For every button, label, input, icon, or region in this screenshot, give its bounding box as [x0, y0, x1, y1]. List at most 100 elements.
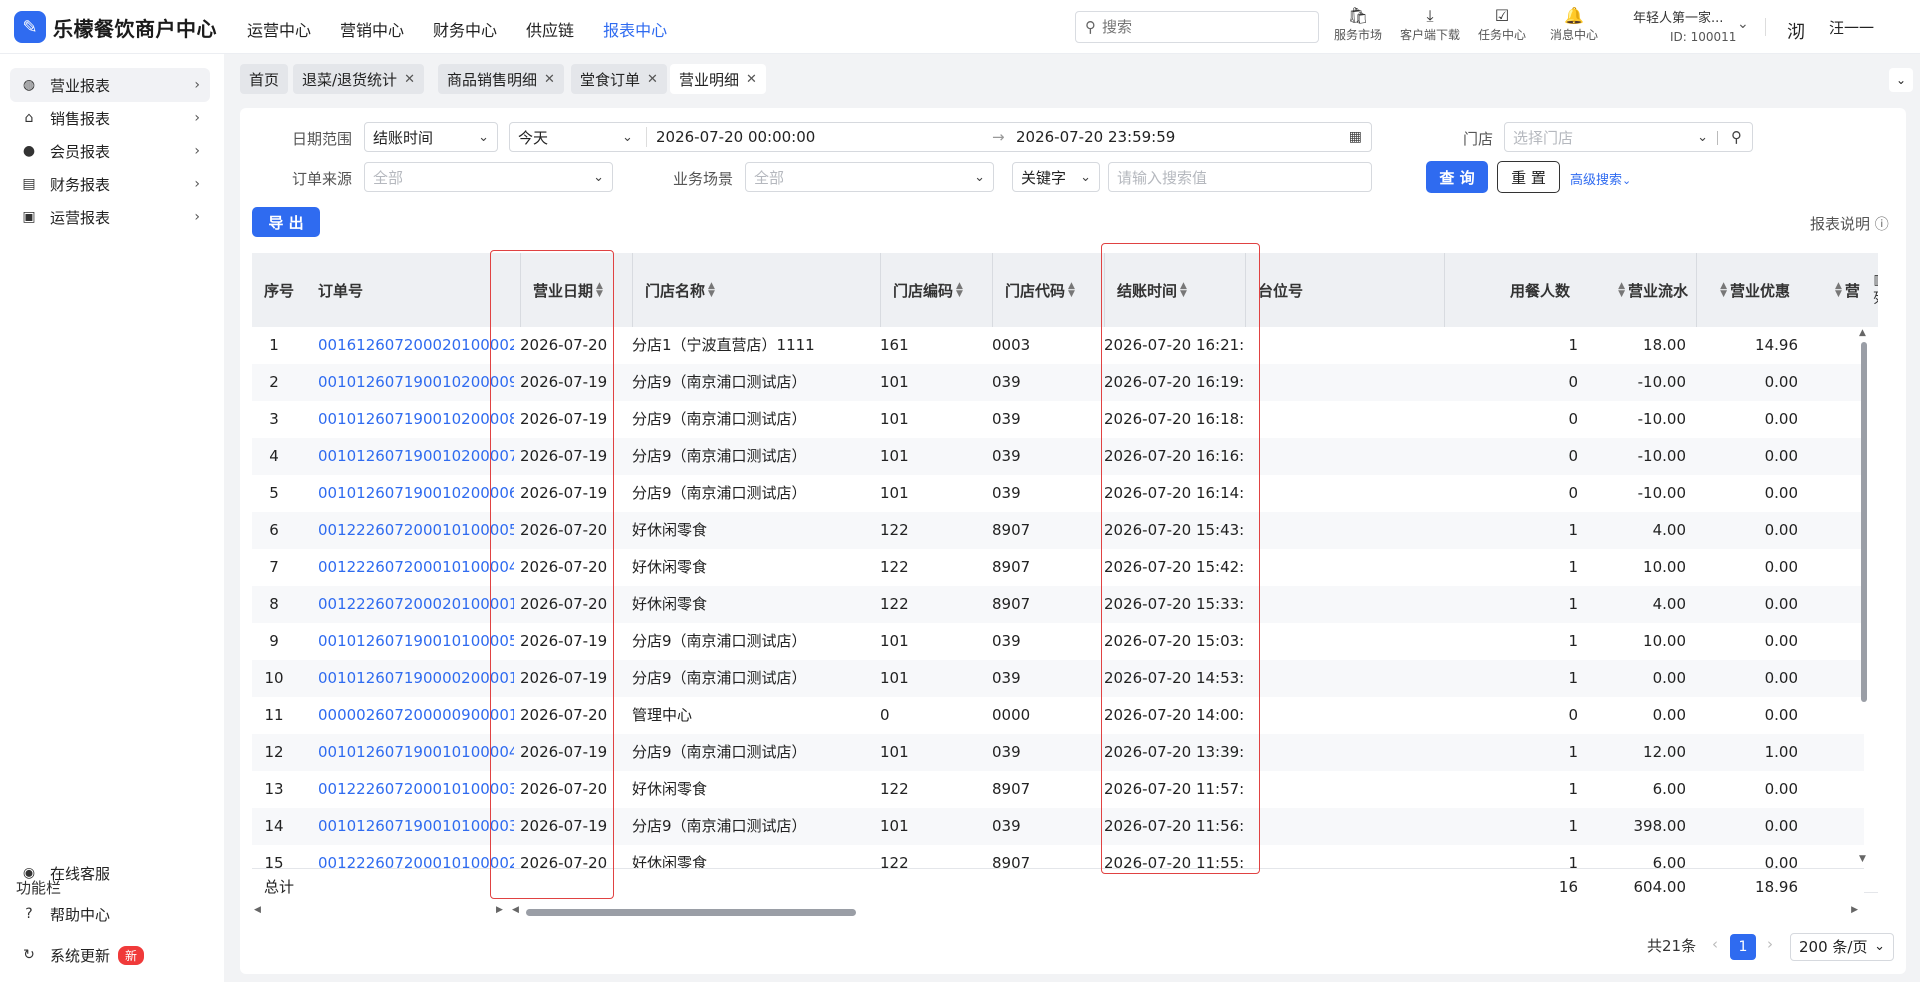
sidebar-item[interactable]: ▤ 财务报表 ›: [10, 167, 210, 201]
tab-item[interactable]: 堂食订单 ✕: [571, 64, 667, 94]
columns-setting-button[interactable]: ▥ 列: [1870, 253, 1878, 327]
sort-icon[interactable]: ▲ ▼: [1835, 282, 1842, 299]
order-number-link[interactable]: 00161260720002010000​2: [318, 327, 514, 364]
query-button[interactable]: 查 询: [1426, 161, 1488, 193]
tab-item[interactable]: 营业明细 ✕: [670, 64, 766, 94]
column-header[interactable]: 结账时间 ▲ ▼: [1104, 253, 1234, 327]
sidebar-item[interactable]: ◍ 营业报表 ›: [10, 68, 210, 102]
function-item[interactable]: ↻ 系统更新新: [10, 938, 210, 972]
page-1-button[interactable]: 1: [1730, 934, 1756, 960]
next-page-icon[interactable]: ›: [1767, 935, 1773, 953]
tool-shop[interactable]: 🛍 服务市场: [1322, 6, 1394, 43]
order-number-link[interactable]: 001012607190010200007: [318, 438, 514, 475]
scroll-left-icon[interactable]: ◀: [254, 905, 261, 915]
column-header[interactable]: 营业日期 ▲ ▼: [520, 253, 620, 327]
export-button[interactable]: 导 出: [252, 207, 320, 237]
search-input[interactable]: [1102, 18, 1302, 36]
calendar-icon[interactable]: ▦: [1349, 129, 1362, 145]
order-number-link[interactable]: 001012607190010200006: [318, 475, 514, 512]
column-header: 台位号: [1245, 253, 1375, 327]
advanced-search-link[interactable]: 高级搜索⌄: [1570, 169, 1631, 188]
column-header[interactable]: ▲ ▼ 营业优惠: [1696, 253, 1798, 327]
page-size-select[interactable]: 200 条/页 ⌄: [1790, 933, 1894, 961]
scrollbar-thumb[interactable]: [526, 909, 856, 916]
order-number-link[interactable]: 001012607190010200008: [318, 401, 514, 438]
nav-item[interactable]: 报表中心: [603, 17, 667, 41]
order-number-link[interactable]: 001012607190010100004: [318, 734, 514, 771]
nav-item[interactable]: 营销中心: [340, 17, 404, 41]
order-number-link[interactable]: 000002607200000900001: [318, 697, 514, 734]
date-start-input[interactable]: 2026-07-20 00:00:00: [656, 128, 815, 146]
order-number-link[interactable]: 001012607190010100005: [318, 623, 514, 660]
sort-icon[interactable]: ▲ ▼: [596, 282, 603, 299]
function-item[interactable]: ? 帮助中心: [10, 897, 210, 931]
nav-item[interactable]: 供应链: [526, 17, 574, 41]
order-number-link[interactable]: 001222607200010100003: [318, 771, 514, 808]
sort-icon[interactable]: ▲ ▼: [1618, 282, 1625, 299]
order-number-link[interactable]: 001222607200020100001: [318, 586, 514, 623]
tool-download[interactable]: ⤓ 客户端下载: [1394, 6, 1466, 43]
column-header[interactable]: ▲ ▼ 营业流水: [1578, 253, 1696, 327]
sidebar-item[interactable]: ▣ 运营报表 ›: [10, 200, 210, 234]
column-header[interactable]: 门店编码 ▲ ▼: [880, 253, 980, 327]
table-cell: 122: [880, 521, 909, 539]
nav-item[interactable]: 运营中心: [247, 17, 311, 41]
scroll-down-icon[interactable]: ▼: [1859, 854, 1866, 864]
scroll-right-icon[interactable]: ▶: [1851, 905, 1858, 915]
search-icon[interactable]: ⚲: [1731, 128, 1742, 146]
order-number-link[interactable]: 001012607190010200009: [318, 364, 514, 401]
prev-page-icon[interactable]: ‹: [1712, 935, 1718, 953]
store-select[interactable]: 选择门店 ⌄ ⚲: [1504, 122, 1753, 152]
tool-task[interactable]: ☑ 任务中心: [1466, 6, 1538, 43]
user-name[interactable]: 汪一一: [1829, 17, 1874, 38]
global-search[interactable]: ⚲: [1075, 11, 1319, 43]
order-number-link[interactable]: 001222607200010100004: [318, 549, 514, 586]
sort-icon[interactable]: ▲ ▼: [708, 282, 715, 299]
scroll-up-icon[interactable]: ▲: [1859, 328, 1866, 338]
chevron-down-icon[interactable]: ⌄: [1737, 16, 1749, 32]
order-number-link[interactable]: 001222607200010100005: [318, 512, 514, 549]
sidebar-item[interactable]: ⌂ 销售报表 ›: [10, 101, 210, 135]
app-logo[interactable]: ✎ 乐檬餐饮商户中心: [14, 11, 217, 43]
date-end-input[interactable]: 2026-07-20 23:59:59: [1016, 128, 1175, 146]
tab-item[interactable]: 退菜/退货统计 ✕: [293, 64, 424, 94]
function-item[interactable]: ◉ 在线客服: [10, 856, 210, 890]
tab-item[interactable]: 商品销售明细 ✕: [438, 64, 564, 94]
close-icon[interactable]: ✕: [404, 72, 415, 87]
column-header[interactable]: 门店名称 ▲ ▼: [632, 253, 822, 327]
report-help-link[interactable]: 报表说明 ⓘ: [1810, 213, 1889, 234]
table-cell: 101: [880, 817, 909, 835]
order-number-link[interactable]: 001012607190010100003: [318, 808, 514, 845]
tab-item[interactable]: 首页: [240, 64, 289, 94]
sort-icon[interactable]: ▲ ▼: [1180, 282, 1187, 299]
sort-icon[interactable]: ▲ ▼: [956, 282, 963, 299]
close-icon[interactable]: ✕: [647, 72, 658, 87]
close-icon[interactable]: ✕: [746, 72, 757, 87]
date-type-select[interactable]: 结账时间 ⌄: [364, 122, 498, 152]
sort-icon[interactable]: ▲ ▼: [1068, 282, 1075, 299]
keyword-input[interactable]: 请输入搜索值: [1108, 162, 1372, 192]
table-cell: 2026-07-20 14:00:37: [1104, 706, 1244, 724]
column-header[interactable]: 门店代码 ▲ ▼: [992, 253, 1088, 327]
sort-icon[interactable]: ▲ ▼: [1720, 282, 1727, 299]
table-row: 2 001012607190010200009 2026-07-19 分店9（南京浦口…: [252, 364, 1864, 401]
scroll-left-icon[interactable]: ◀: [512, 905, 519, 915]
table-vertical-scrollbar[interactable]: ▲ ▼: [1858, 328, 1868, 868]
tab-collapse-button[interactable]: ⌄: [1889, 68, 1913, 92]
business-scene-select[interactable]: 全部 ⌄: [745, 162, 994, 192]
avatar[interactable]: 沏: [1787, 18, 1805, 44]
date-range-picker[interactable]: 今天 ⌄ 2026-07-20 00:00:00 → 2026-07-20 23…: [509, 122, 1372, 152]
close-icon[interactable]: ✕: [544, 72, 555, 87]
nav-item[interactable]: 财务中心: [433, 17, 497, 41]
column-header[interactable]: ▲ ▼ 营: [1832, 253, 1866, 327]
reset-button[interactable]: 重 置: [1497, 161, 1560, 193]
order-source-select[interactable]: 全部 ⌄: [364, 162, 613, 192]
scroll-right-icon[interactable]: ▶: [496, 905, 503, 915]
table-horizontal-scrollbar[interactable]: ◀ ▶ ◀ ▶: [252, 905, 1858, 919]
scrollbar-thumb[interactable]: [1861, 342, 1867, 702]
order-number-link[interactable]: 001012607190000200001: [318, 660, 514, 697]
sidebar-item[interactable]: ● 会员报表 ›: [10, 134, 210, 168]
account-switcher[interactable]: 年轻人第一家... ID: 100011: [1620, 7, 1736, 44]
keyword-type-select[interactable]: 关键字 ⌄: [1012, 162, 1100, 192]
tool-bell[interactable]: 🔔 消息中心: [1538, 6, 1610, 43]
